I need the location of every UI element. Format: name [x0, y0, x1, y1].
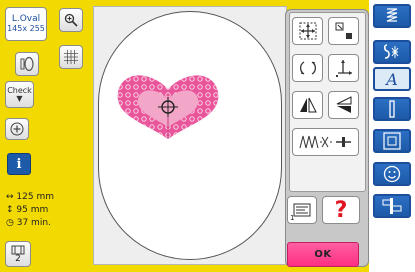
- alphabet-icon: A: [386, 69, 398, 89]
- setup-icon: [382, 198, 402, 214]
- hoop-icon: [20, 56, 34, 72]
- help-button[interactable]: ?: [322, 196, 360, 224]
- stitch-pattern-button[interactable]: [292, 128, 359, 156]
- embroidery-frame-icon: [383, 132, 401, 150]
- width-arrow-icon: ↔: [6, 192, 14, 202]
- sidebar-decorative-button[interactable]: [373, 40, 411, 64]
- sidebar-alphabet-button[interactable]: A: [373, 67, 411, 91]
- stitch-icon: [299, 135, 351, 149]
- sidebar-stitch-button[interactable]: [373, 4, 411, 28]
- sidebar-setup-button[interactable]: [373, 194, 411, 218]
- corner-icon: [335, 22, 352, 39]
- sidebar-personal-button[interactable]: [373, 162, 411, 186]
- decorative-stitch-icon: [383, 44, 399, 59]
- info-icon: i: [16, 156, 22, 172]
- hoop-select-button[interactable]: L.Oval 145x 255: [5, 7, 47, 41]
- needle-icon: [11, 245, 25, 254]
- tab-number: 1: [290, 214, 295, 222]
- stitch-key-icon: [293, 203, 311, 217]
- zigzag-icon: [386, 8, 398, 22]
- mirror-horizontal-button[interactable]: [328, 91, 359, 119]
- check-button[interactable]: Check ▼: [5, 81, 34, 108]
- scale-icon: [335, 60, 352, 77]
- height-value: 95 mm: [16, 205, 49, 215]
- smiley-icon: [383, 165, 401, 183]
- grid-icon: [64, 50, 78, 64]
- move-button[interactable]: [292, 17, 323, 45]
- design-preview[interactable]: [98, 11, 282, 260]
- sidebar-embroidery-button[interactable]: [373, 129, 411, 153]
- sidebar-buttonhole-button[interactable]: [373, 97, 411, 121]
- help-icon: ?: [334, 197, 348, 223]
- ok-button[interactable]: OK: [287, 242, 359, 267]
- needle-button[interactable]: 2: [5, 241, 31, 267]
- width-value: 125 mm: [16, 192, 54, 202]
- hoop-name-label: L.Oval: [11, 14, 41, 24]
- scale-button[interactable]: [328, 54, 359, 82]
- buttonhole-icon: [389, 100, 395, 118]
- info-button[interactable]: i: [7, 153, 31, 175]
- zoom-in-icon: [64, 13, 78, 27]
- move-icon: [299, 22, 316, 40]
- time-value: 37 min.: [16, 218, 51, 228]
- width-info: ↔ 125 mm: [6, 192, 54, 202]
- grid-button[interactable]: [59, 45, 83, 69]
- mirror-vertical-icon: [299, 97, 317, 113]
- rotate-icon: [299, 61, 316, 75]
- ok-label: OK: [314, 249, 332, 260]
- hoop-view-button[interactable]: [15, 52, 39, 76]
- corner-move-button[interactable]: [328, 17, 359, 45]
- height-info: ↕ 95 mm: [6, 205, 48, 215]
- check-icon: ▼: [16, 93, 23, 103]
- rotate-button[interactable]: [292, 54, 323, 82]
- hoop-size-label: 145x 255: [7, 24, 45, 33]
- stitch-key-button[interactable]: 1: [287, 196, 317, 224]
- height-arrow-icon: ↕: [6, 205, 14, 215]
- needle-count: 2: [15, 253, 21, 264]
- add-button[interactable]: [5, 118, 29, 140]
- plus-icon: [10, 122, 24, 136]
- clock-icon: ◷: [6, 218, 14, 228]
- zoom-in-button[interactable]: [59, 8, 83, 32]
- mirror-horizontal-icon: [336, 96, 351, 113]
- mirror-vertical-button[interactable]: [292, 91, 323, 119]
- time-info: ◷ 37 min.: [6, 218, 51, 228]
